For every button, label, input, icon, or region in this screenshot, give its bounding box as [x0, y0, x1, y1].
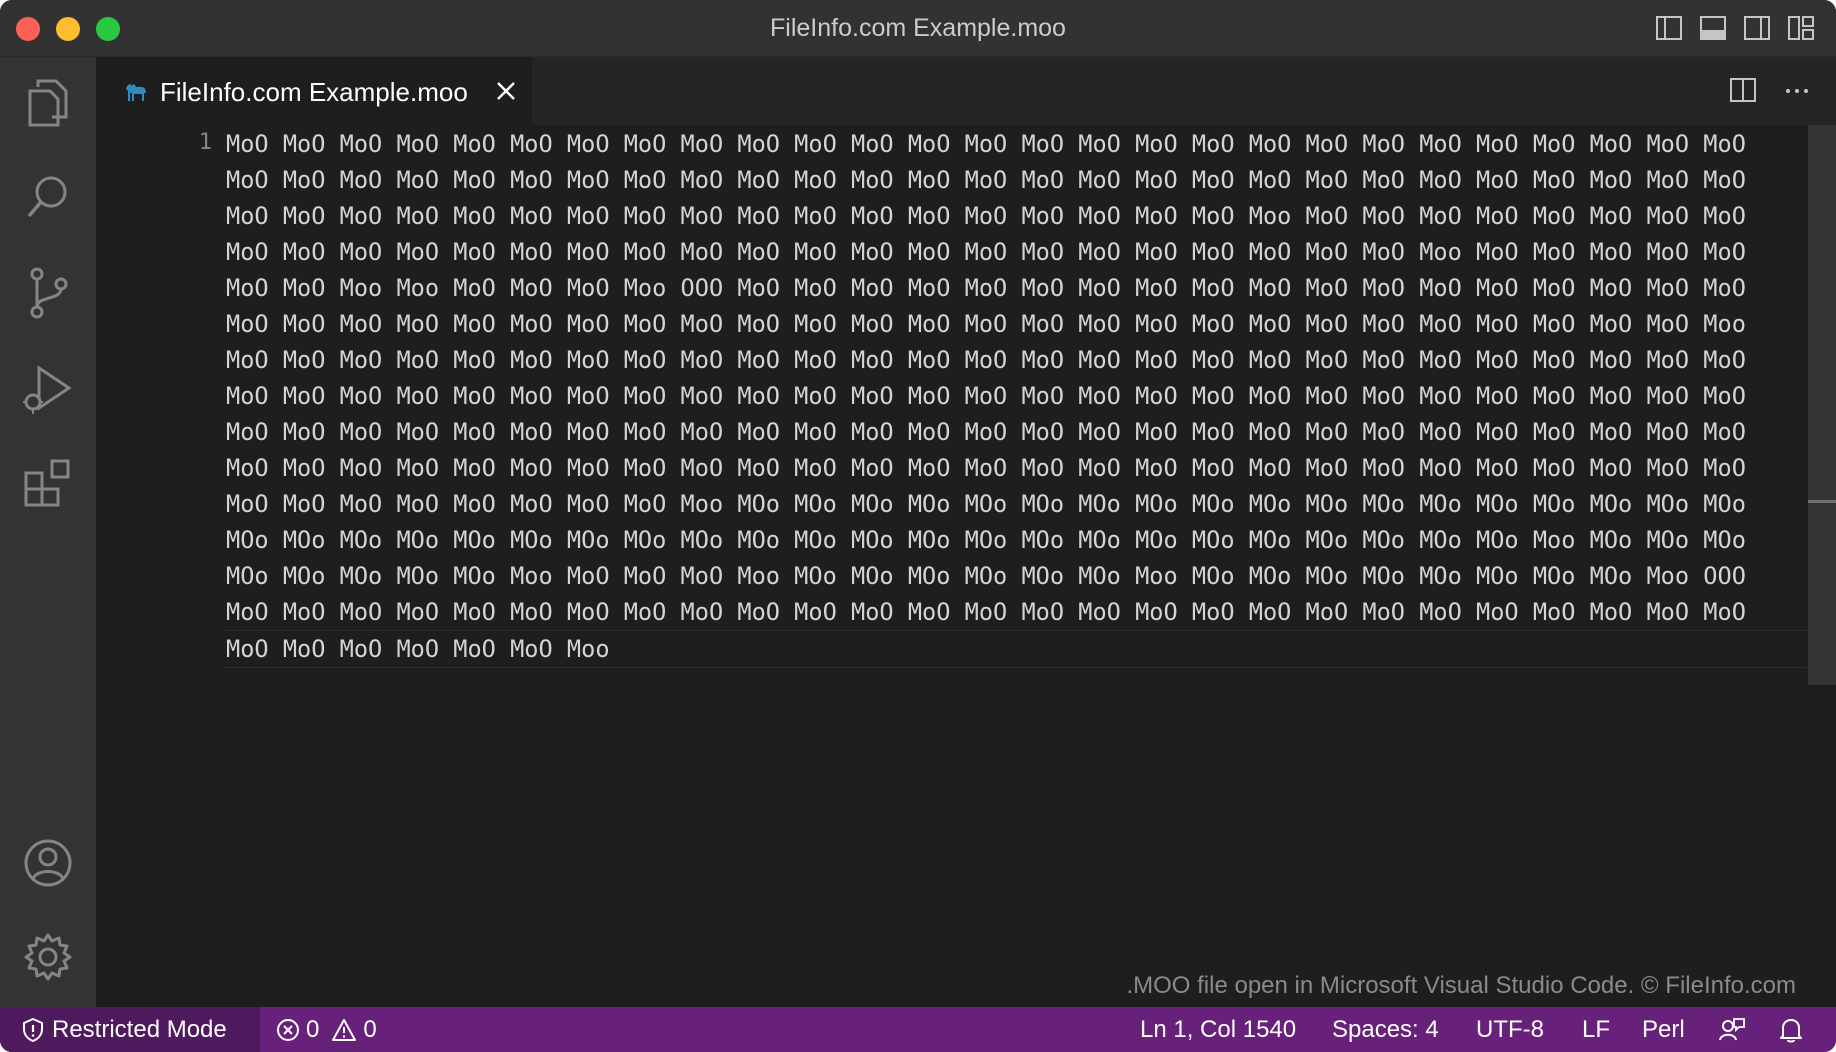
tab-bar: FileInfo.com Example.moo — [96, 57, 1836, 125]
code-line: MoO MoO MoO MoO MoO MoO MoO MoO MoO MoO … — [226, 238, 1746, 266]
extensions-icon[interactable] — [18, 453, 78, 513]
close-icon[interactable] — [494, 79, 518, 108]
indentation-setting[interactable]: Spaces: 4 — [1332, 1007, 1439, 1052]
vscode-window: FileInfo.com Example.moo FileInfo.com Ex… — [0, 0, 1836, 1052]
eol-setting[interactable]: LF — [1582, 1007, 1610, 1052]
problems-indicator[interactable]: 0 0 — [276, 1007, 377, 1052]
notifications-bell-icon[interactable] — [1778, 1007, 1804, 1052]
code-line: MoO MoO Moo Moo MoO MoO MoO Moo OOO MoO … — [226, 274, 1746, 302]
watermark-caption: .MOO file open in Microsoft Visual Studi… — [1126, 972, 1796, 999]
account-icon[interactable] — [18, 833, 78, 893]
tab-fileinfo-example[interactable]: FileInfo.com Example.moo — [96, 57, 532, 125]
line-number: 1 — [198, 130, 212, 155]
encoding-setting[interactable]: UTF-8 — [1476, 1007, 1544, 1052]
code-line: MoO MoO MoO MoO MoO MoO MoO MoO MoO MoO … — [226, 598, 1746, 626]
cursor-position[interactable]: Ln 1, Col 1540 — [1140, 1007, 1296, 1052]
warning-icon — [331, 1018, 357, 1042]
run-debug-icon[interactable] — [18, 359, 78, 419]
code-line: MoO MoO MoO MoO MoO MoO MoO MoO MoO MoO … — [226, 130, 1746, 158]
editor-area: FileInfo.com Example.moo 1 MoO MoO MoO M… — [96, 57, 1836, 1007]
error-count: 0 — [306, 1015, 320, 1043]
customize-layout-icon[interactable] — [1786, 13, 1816, 43]
feedback-icon[interactable] — [1718, 1007, 1746, 1052]
code-line: MoO MoO MoO MoO MoO MoO MoO MoO MoO MoO … — [226, 310, 1746, 338]
toggle-panel-icon[interactable] — [1698, 13, 1728, 43]
status-bar: Restricted Mode 0 0 Ln 1, Col 1540 Space… — [0, 1007, 1836, 1052]
layout-controls — [1654, 13, 1816, 43]
more-actions-icon[interactable] — [1782, 75, 1812, 110]
code-line: MoO MoO MoO MoO MoO MoO MoO MoO Moo MOo … — [226, 490, 1746, 518]
warning-count: 0 — [363, 1015, 377, 1043]
search-icon[interactable] — [18, 167, 78, 227]
window-title: FileInfo.com Example.moo — [770, 14, 1066, 42]
code-line: MoO MoO MoO MoO MoO MoO MoO MoO MoO MoO … — [226, 418, 1746, 446]
vertical-scrollbar[interactable] — [1808, 125, 1836, 947]
code-line: MoO MoO MoO MoO MoO MoO MoO MoO MoO MoO … — [226, 454, 1746, 482]
toggle-primary-sidebar-icon[interactable] — [1654, 13, 1684, 43]
toggle-secondary-sidebar-icon[interactable] — [1742, 13, 1772, 43]
gear-icon[interactable] — [18, 927, 78, 987]
restricted-mode-label: Restricted Mode — [52, 1015, 227, 1043]
code-line: MoO MoO MoO MoO MoO MoO MoO MoO MoO MoO … — [226, 382, 1746, 410]
code-line: MOo MOo MOo MOo MOo Moo MoO MoO MoO Moo … — [226, 562, 1746, 590]
code-line: MoO MoO MoO MoO MoO MoO MoO MoO MoO MoO … — [226, 166, 1746, 194]
split-editor-icon[interactable] — [1728, 75, 1758, 110]
restricted-mode-indicator[interactable]: Restricted Mode — [0, 1007, 260, 1052]
shield-icon — [22, 1017, 44, 1042]
code-editor[interactable]: MoO MoO MoO MoO MoO MoO MoO MoO MoO MoO … — [224, 126, 1806, 668]
code-line-current: MoO MoO MoO MoO MoO MoO Moo — [224, 630, 1806, 668]
code-line: MOo MOo MOo MOo MOo MOo MOo MOo MOo MOo … — [226, 526, 1746, 554]
error-icon — [276, 1018, 300, 1042]
tab-label: FileInfo.com Example.moo — [160, 77, 468, 107]
files-icon[interactable] — [18, 73, 78, 133]
activity-bar — [0, 57, 96, 1007]
language-mode[interactable]: Perl — [1642, 1007, 1685, 1052]
code-line: MoO MoO MoO MoO MoO MoO MoO MoO MoO MoO … — [226, 202, 1746, 230]
scrollbar-thumb[interactable] — [1808, 125, 1836, 685]
scrollbar-cursor-marker — [1808, 500, 1836, 503]
title-bar: FileInfo.com Example.moo — [0, 0, 1836, 57]
editor-actions — [1728, 75, 1812, 110]
source-control-icon[interactable] — [18, 263, 78, 323]
code-line: MoO MoO MoO MoO MoO MoO MoO MoO MoO MoO … — [226, 346, 1746, 374]
camel-file-icon — [124, 79, 148, 108]
